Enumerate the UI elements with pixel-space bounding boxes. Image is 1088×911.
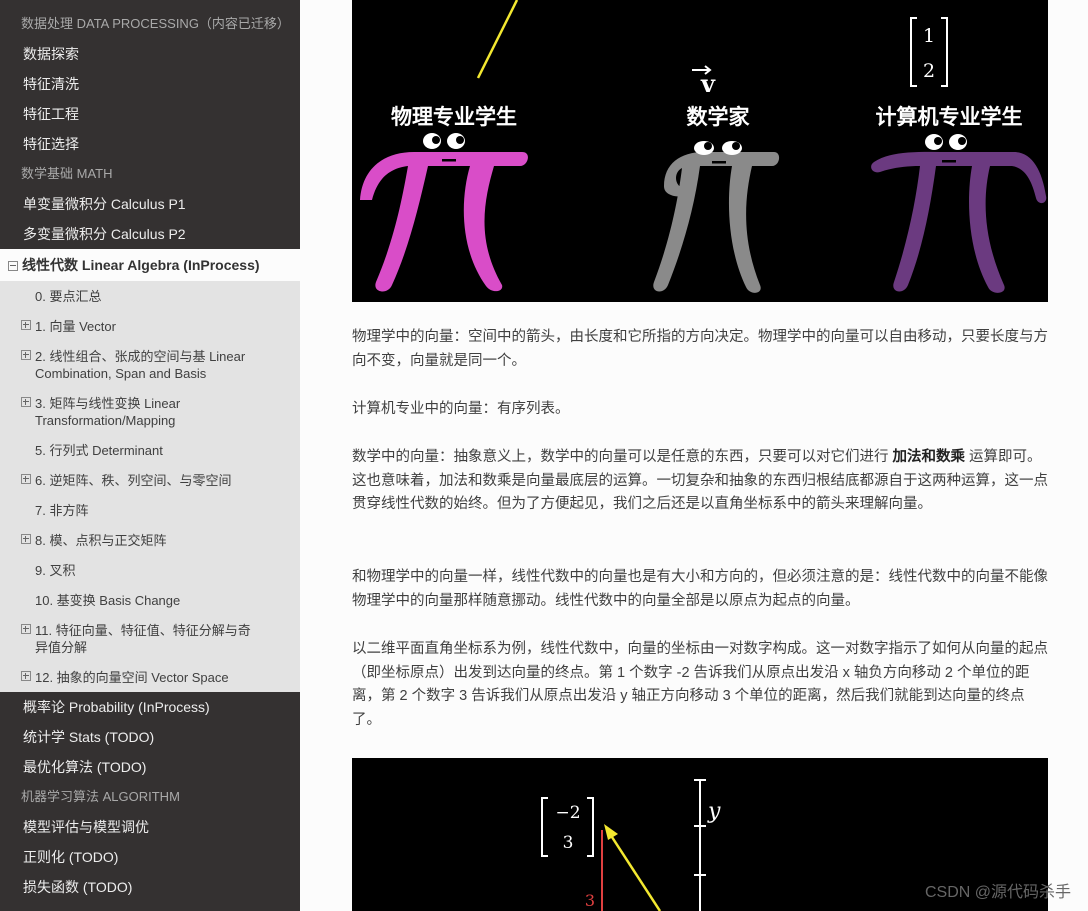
tick-label-3: 3 (585, 891, 595, 910)
subnav-item-3[interactable]: 3. 矩阵与线性变换 Linear Transformation/Mapping (0, 388, 300, 435)
expand-icon[interactable] (21, 624, 31, 634)
subnav-item-1[interactable]: 1. 向量 Vector (0, 311, 300, 341)
subnav-item-12[interactable]: 12. 抽象的向量空间 Vector Space (0, 662, 300, 692)
subnav-item-label: 0. 要点汇总 (35, 289, 102, 304)
pi-character-mathematician (653, 141, 780, 293)
expand-icon[interactable] (21, 320, 31, 330)
csdn-watermark: CSDN @源代码杀手 (924, 884, 1071, 901)
nav-item-optimization[interactable]: 最优化算法 (TODO) (0, 752, 300, 782)
matrix-entry-y: 3 (563, 833, 574, 853)
subnav-item-label: 9. 叉积 (35, 563, 76, 578)
subnav-item-label: 10. 基变换 Basis Change (35, 593, 181, 608)
nav-item-calculus-p1[interactable]: 单变量微积分 Calculus P1 (0, 189, 300, 219)
paragraph-la-vector: 和物理学中的向量一样，线性代数中的向量也是有大小和方向的，但必须注意的是：线性代… (352, 569, 1048, 609)
subnav-item-label: 5. 行列式 Determinant (35, 443, 163, 458)
subnav-item-2[interactable]: 2. 线性组合、张成的空间与基 Linear Combination, Span… (0, 341, 300, 388)
emphasis-add-scalar-mult: 加法和数乘 (892, 449, 966, 465)
vector-v-symbol: v (700, 69, 716, 98)
subnav-item-5[interactable]: 5. 行列式 Determinant (0, 435, 300, 465)
subnav-item-label: 8. 模、点积与正交矩阵 (35, 533, 167, 548)
subnav-item-label: 12. 抽象的向量空间 Vector Space (35, 670, 229, 685)
subnav-item-7[interactable]: 7. 非方阵 (0, 495, 300, 525)
y-axis-label: y (707, 799, 721, 824)
nav-item-model-evaluation[interactable]: 模型评估与模型调优 (0, 812, 300, 842)
figure-three-pi-characters: 物理专业学生 数学家 计算机专业学生 v 1 2 (352, 0, 1048, 302)
label-mathematician: 数学家 (687, 105, 751, 129)
matrix-entry-1: 1 (923, 25, 935, 47)
subnav-item-8[interactable]: 8. 模、点积与正交矩阵 (0, 525, 300, 555)
nav-item-probability[interactable]: 概率论 Probability (InProcess) (0, 692, 300, 722)
subnav-item-label: 3. 矩阵与线性变换 Linear Transformation/Mapping (35, 396, 181, 428)
nav-item-linear-algebra-label: 线性代数 Linear Algebra (InProcess) (22, 257, 260, 273)
collapse-icon[interactable] (8, 261, 18, 271)
subnav-item-0[interactable]: 0. 要点汇总 (0, 281, 300, 311)
subnav-item-label: 7. 非方阵 (35, 503, 89, 518)
subnav-item-label: 1. 向量 Vector (35, 319, 116, 334)
sidebar-nav: 数据处理 DATA PROCESSING（内容已迁移） 数据探索 特征清洗 特征… (0, 0, 300, 911)
section-caption-algorithm: 机器学习算法 ALGORITHM (21, 789, 180, 804)
figure-three-pi-svg: 物理专业学生 数学家 计算机专业学生 v 1 2 (360, 0, 1047, 293)
label-cs-student: 计算机专业学生 (876, 105, 1023, 129)
paragraph-math-vector-part1: 数学中的向量：抽象意义上，数学中的向量可以是任意的东西，只要可以对它们进行 (352, 449, 893, 465)
paragraph-2d-coordinates: 以二维平面直角坐标系为例，线性代数中，向量的坐标由一对数字构成。这一对数字指示了… (352, 641, 1048, 728)
nav-item-stats[interactable]: 统计学 Stats (TODO) (0, 722, 300, 752)
section-caption-math: 数学基础 MATH (21, 166, 113, 181)
coordinate-matrix: −2 3 (541, 797, 594, 857)
nav-item-loss-function[interactable]: 损失函数 (TODO) (0, 872, 300, 902)
paragraph-cs-vector: 计算机专业中的向量：有序列表。 (352, 401, 570, 417)
nav-item-regularization[interactable]: 正则化 (TODO) (0, 842, 300, 872)
nav-item-linear-algebra[interactable]: 线性代数 Linear Algebra (InProcess) (0, 249, 300, 281)
subnav-item-label: 2. 线性组合、张成的空间与基 Linear Combination, Span… (35, 349, 246, 381)
expand-icon[interactable] (21, 474, 31, 484)
subnav-item-label: 6. 逆矩阵、秩、列空间、与零空间 (35, 473, 232, 488)
subnav-item-9[interactable]: 9. 叉积 (0, 555, 300, 585)
label-physics-student: 物理专业学生 (391, 105, 517, 129)
pi-character-physics (360, 133, 528, 292)
matrix-entry-2: 2 (923, 60, 935, 82)
nav-item-feature-engineering[interactable]: 特征工程 (0, 99, 300, 129)
expand-icon[interactable] (21, 534, 31, 544)
pi-character-cs-student (871, 134, 1047, 293)
paragraph-math-vector: 数学中的向量：抽象意义上，数学中的向量可以是任意的东西，只要可以对它们进行 加法… (352, 446, 1048, 517)
yellow-vector-arrow (608, 833, 662, 911)
nav-item-calculus-p2[interactable]: 多变量微积分 Calculus P2 (0, 219, 300, 249)
expand-icon[interactable] (21, 671, 31, 681)
nav-item-feature-selection[interactable]: 特征选择 (0, 129, 300, 159)
subnav-item-6[interactable]: 6. 逆矩阵、秩、列空间、与零空间 (0, 465, 300, 495)
arrowhead-icon (604, 824, 618, 840)
nav-item-feature-cleaning[interactable]: 特征清洗 (0, 69, 300, 99)
yellow-arrow-line (476, 0, 519, 79)
subnav-item-label: 11. 特征向量、特征值、特征分解与奇异值分解 (35, 623, 251, 655)
paragraph-physics-vector: 物理学中的向量：空间中的箭头，由长度和它所指的方向决定。物理学中的向量可以自由移… (352, 329, 1048, 369)
linear-algebra-subnav: 0. 要点汇总 1. 向量 Vector 2. 线性组合、张成的空间与基 Lin… (0, 281, 300, 692)
expand-icon[interactable] (21, 397, 31, 407)
subnav-item-10[interactable]: 10. 基变换 Basis Change (0, 585, 300, 615)
matrix-entry-x: −2 (555, 803, 580, 823)
column-vector-matrix: 1 2 (910, 17, 948, 87)
subnav-item-11[interactable]: 11. 特征向量、特征值、特征分解与奇异值分解 (0, 615, 300, 662)
expand-icon[interactable] (21, 350, 31, 360)
main-content: 物理专业学生 数学家 计算机专业学生 v 1 2 物理学中的向量：空间中的箭头，… (300, 0, 1088, 911)
nav-item-data-exploration[interactable]: 数据探索 (0, 39, 300, 69)
section-caption-data-processing: 数据处理 DATA PROCESSING（内容已迁移） (21, 16, 290, 31)
